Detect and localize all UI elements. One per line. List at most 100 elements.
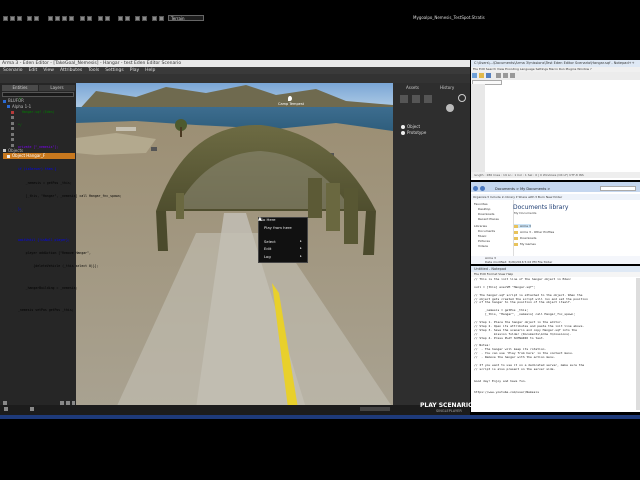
map-icon[interactable] [98,16,103,21]
back-icon[interactable] [473,186,478,191]
rotate-icon[interactable] [62,16,67,21]
nav-item-favorites[interactable]: Favorites [474,202,488,206]
nav-item-music[interactable]: Music [478,234,487,238]
list-label: Prototype [407,130,427,135]
tab-assets[interactable]: Assets [406,85,419,90]
file-item[interactable]: Arma 3 - Other Profiles [514,230,554,234]
context-item-play-from-here[interactable]: Play from here [264,225,292,230]
folder-icon [514,230,518,234]
code-line: */ [18,123,22,128]
save-icon[interactable] [17,16,22,21]
notepad-text-area[interactable]: // This is the init line of the hangar o… [474,278,638,408]
nav-item-libraries[interactable]: Libraries [474,224,487,228]
nav-item-videos[interactable]: Videos [478,244,488,248]
terrain-select[interactable]: Terrain [168,15,204,21]
context-item-go-here[interactable]: Go Here [260,217,275,222]
nav-item-documents[interactable]: Documents [478,229,495,233]
new-icon[interactable] [3,16,8,21]
context-item-select[interactable]: Select [264,239,276,244]
file-item[interactable]: My Games [514,242,536,246]
menu-settings[interactable]: Settings [105,67,123,74]
context-item-edit[interactable]: Edit [264,246,271,251]
list-item[interactable]: Object [401,124,420,129]
code-line: [_this, "Hangar", _nemesis] call Hangar_… [18,193,122,198]
menu-edit[interactable]: Edit [29,67,38,74]
blufor-icon[interactable] [400,95,408,103]
new-file-icon[interactable] [472,73,477,78]
forward-icon[interactable] [480,186,485,191]
gear-icon[interactable] [458,94,466,102]
select-icon[interactable] [48,16,53,21]
file-label: Arma 3 - Other Profiles [520,230,555,234]
code-line: }; [18,206,22,211]
code-text-area[interactable]: /* Hangar.sqf (Eden) */ private ["_nemes… [18,88,168,317]
scrollbar[interactable] [636,278,640,410]
file-item[interactable]: Downloads [514,236,536,240]
menu-tools[interactable]: Tools [88,67,99,74]
file-item[interactable]: Arma 3 [514,224,531,228]
breadcrumb[interactable]: Documents > My Documents > [495,187,550,191]
open-file-icon[interactable] [479,73,484,78]
context-label: Play from here [264,225,292,230]
scale-icon[interactable] [69,16,74,21]
menu-help[interactable]: Help [145,67,155,74]
copy-icon[interactable] [503,73,508,78]
grid-icon[interactable] [80,16,85,21]
unit-icon [11,121,14,125]
nav-item-pictures[interactable]: Pictures [478,239,490,243]
redo-icon[interactable] [34,16,39,21]
code-editor-window: C:\Users\...\Documents\Arma 3\missions\T… [471,60,640,180]
menu-play[interactable]: Play [130,67,139,74]
list-item[interactable]: Prototype [401,130,426,135]
status-icon [30,407,34,411]
undo-icon[interactable] [27,16,32,21]
camera-icon[interactable] [105,16,110,21]
nav-item-desktop[interactable]: Desktop [478,207,490,211]
play-scenario-button[interactable]: PLAY SCENARIO [420,402,473,409]
code-line: if (isServer) then { [18,167,57,172]
search-input[interactable] [600,186,636,191]
cut-icon[interactable] [496,73,501,78]
mission-name: Mygoalpo_Nemesis_TestSpot.Stratis [413,15,485,20]
nav-item-recent[interactable]: Recent Places [478,217,499,221]
nav-item-downloads[interactable]: Downloads [478,212,494,216]
time-icon[interactable] [135,16,140,21]
folder-icon [514,224,518,228]
paste-icon[interactable] [510,73,515,78]
open-icon[interactable] [10,16,15,21]
tab-history[interactable]: History [440,85,454,90]
config-icon[interactable] [159,16,164,21]
search-icon[interactable] [446,104,454,112]
folder-icon [514,236,518,240]
coordinates-readout [360,407,390,411]
code-line: _hangarBuilding = _nemesis; [18,286,78,291]
editor-toolbar [0,74,470,83]
details-pane: Arma 3 Date modified: 3/26/2016 5:02 PM … [471,256,640,264]
snap-icon[interactable] [87,16,92,21]
code-line: waitUntil {!isNull player}; [18,237,70,242]
light-icon[interactable] [125,16,130,21]
opfor-icon[interactable] [412,95,420,103]
editor-title-bar: Arma 3 - Eden Editor - [TakeGoal_Nemesis… [0,60,470,67]
independent-icon[interactable] [424,95,432,103]
save-icon[interactable] [486,73,491,78]
menu-scenario[interactable]: Scenario [3,67,23,74]
status-icon [4,407,8,411]
vision-icon[interactable] [118,16,123,21]
weather-icon[interactable] [142,16,147,21]
code-editor-title: C:\Users\...\Documents\Arma 3\missions\T… [471,60,640,67]
context-item-log[interactable]: Log [264,254,271,259]
context-label: Go Here [260,217,276,222]
detail-info: Date modified: 3/26/2016 5:02 PM File fo… [485,260,553,264]
notepad-menu[interactable]: File Edit Format View Help [471,272,640,277]
translate-icon[interactable] [55,16,60,21]
folder-icon [514,242,518,246]
functions-icon[interactable] [152,16,157,21]
code-line: private ["_nemesis"]; [18,145,59,150]
menu-attributes[interactable]: Attributes [60,67,82,74]
radio-icon [401,131,405,135]
menu-view[interactable]: View [43,67,54,74]
unit-icon [11,138,14,141]
play-mode-label: SINGLEPLAYER [436,409,462,413]
location-label: Camp Tempest [278,102,305,106]
